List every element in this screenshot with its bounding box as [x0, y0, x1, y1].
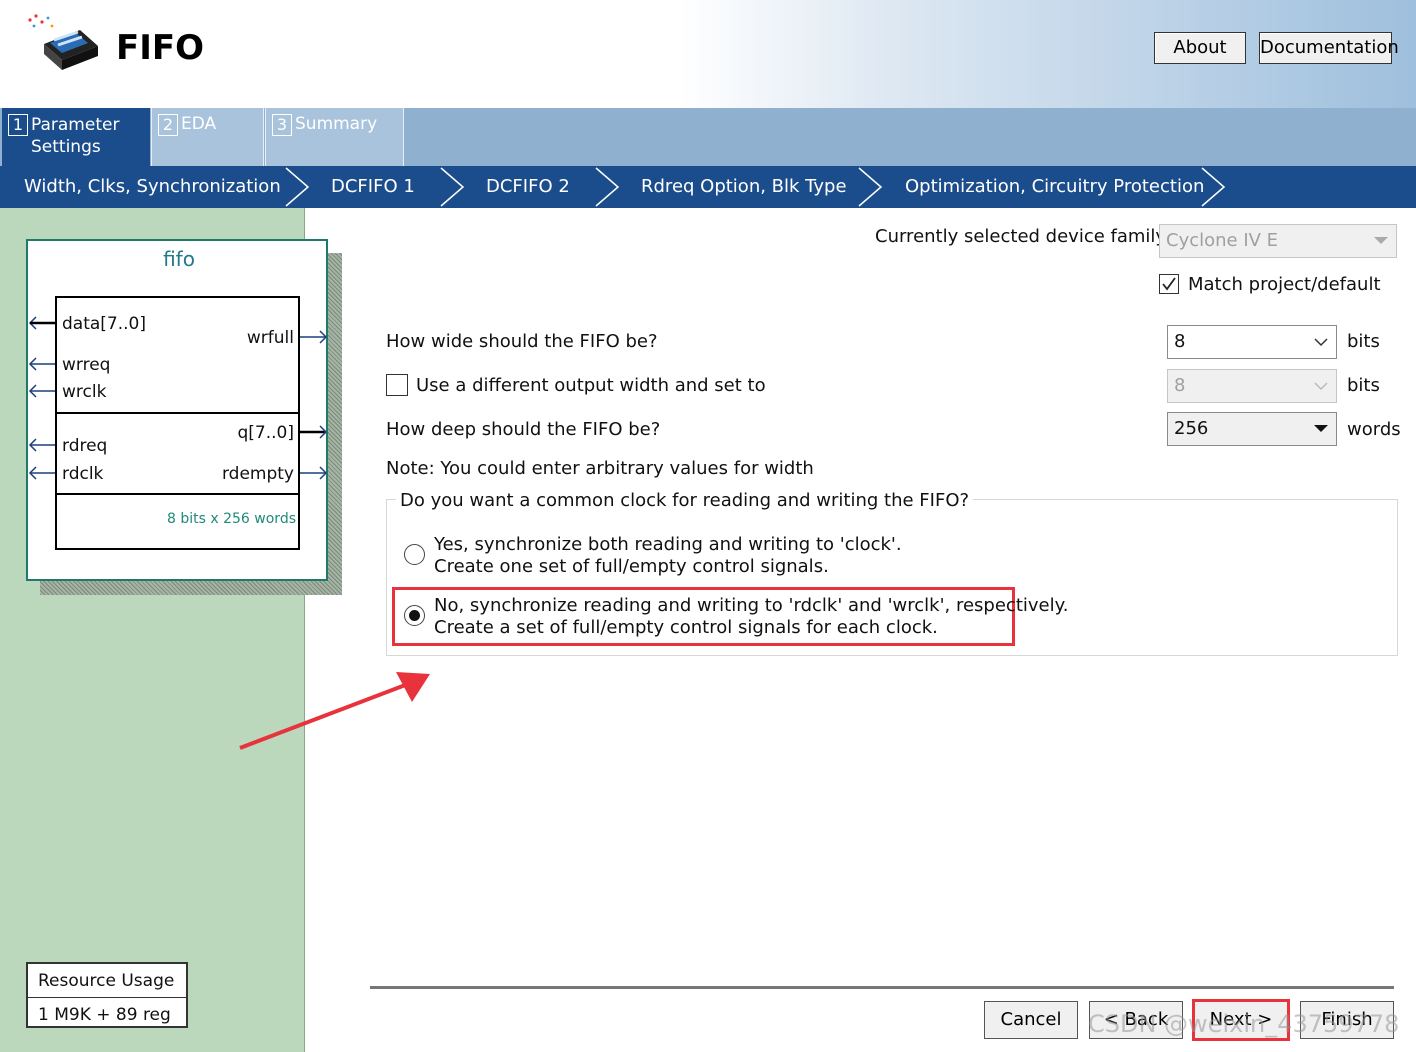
chevron-right-icon [595, 167, 620, 207]
checkmark-icon [1162, 277, 1176, 291]
symbol-title: fifo [163, 247, 195, 271]
depth-select[interactable]: 256 [1167, 412, 1337, 446]
fifo-symbol: fifo data[7..0] wrfull wrreq wrclk q[7..… [26, 239, 328, 581]
separate-clocks-option: No, synchronize reading and writing to '… [434, 595, 1068, 639]
radio-common-clock[interactable] [404, 544, 425, 565]
width-select[interactable]: 8 [1167, 325, 1337, 359]
crumb-width-clks-sync[interactable]: Width, Clks, Synchronization [24, 176, 281, 197]
width-unit: bits [1347, 331, 1380, 352]
output-width-label: Use a different output width and set to [416, 375, 766, 396]
watermark: CSDN @weixin_43759778 [1088, 1010, 1400, 1038]
app-title: FIFO [116, 28, 205, 68]
resource-usage-value: 1 M9K + 89 reg [38, 1005, 171, 1025]
tab-label: Parameter [31, 115, 120, 135]
annotation-arrow [239, 672, 430, 750]
tab-label: EDA [181, 114, 217, 134]
option-label: No, synchronize reading and writing to '… [434, 595, 1069, 616]
resource-usage-box: Resource Usage 1 M9K + 89 reg [26, 962, 188, 1028]
chevron-down-icon [1314, 338, 1328, 347]
depth-unit: words [1347, 419, 1401, 440]
symbol-size-note: 8 bits x 256 words [167, 511, 296, 527]
chevron-right-icon [285, 167, 310, 207]
device-family-select[interactable]: Cyclone IV E [1159, 224, 1397, 258]
width-question: How wide should the FIFO be? [386, 331, 658, 352]
radio-selected-dot [409, 610, 420, 621]
option-label: Yes, synchronize both reading and writin… [434, 534, 902, 555]
chevron-right-icon [858, 167, 883, 207]
common-clock-option: Yes, synchronize both reading and writin… [434, 534, 902, 578]
tab-parameter-settings[interactable]: 1 Parameter Settings [2, 108, 150, 166]
pin-arrows [28, 316, 328, 480]
clock-group-title: Do you want a common clock for reading a… [396, 490, 974, 511]
page-breadcrumb: Width, Clks, Synchronization DCFIFO 1 DC… [0, 166, 1416, 208]
device-family-value: Cyclone IV E [1166, 230, 1279, 251]
device-family-label: Currently selected device family: [875, 226, 1171, 247]
tab-number: 1 [8, 114, 28, 136]
crumb-dcfifo-2[interactable]: DCFIFO 2 [486, 176, 570, 197]
depth-value: 256 [1174, 418, 1209, 439]
width-value: 8 [1174, 331, 1186, 352]
crumb-optimization[interactable]: Optimization, Circuitry Protection [905, 176, 1204, 197]
chevron-down-icon [1314, 382, 1328, 391]
tab-number: 2 [158, 114, 178, 136]
tab-summary[interactable]: 3 Summary [265, 108, 404, 166]
about-button[interactable]: About [1154, 32, 1246, 64]
output-width-unit: bits [1347, 375, 1380, 396]
wizard-header: FIFO About Documentation [0, 0, 1416, 109]
output-width-value: 8 [1174, 375, 1186, 396]
documentation-button[interactable]: Documentation [1259, 32, 1399, 64]
divider [28, 997, 186, 998]
fifo-chip-icon [28, 14, 98, 70]
dropdown-arrow-icon [1314, 425, 1328, 432]
tab-eda[interactable]: 2 EDA [151, 108, 264, 166]
note-text: Note: You could enter arbitrary values f… [386, 458, 814, 479]
tab-label-line2: Settings [31, 137, 101, 157]
resource-usage-header: Resource Usage [38, 971, 175, 991]
cancel-button[interactable]: Cancel [984, 1001, 1078, 1039]
depth-question: How deep should the FIFO be? [386, 419, 661, 440]
footer-separator [370, 986, 1394, 990]
chevron-right-icon [1201, 167, 1226, 207]
output-width-select[interactable]: 8 [1167, 369, 1337, 403]
match-project-checkbox[interactable] [1159, 274, 1179, 294]
tab-label: Summary [295, 114, 378, 134]
wizard-tabs: 1 Parameter Settings 2 EDA 3 Summary [0, 108, 1416, 166]
match-project-label: Match project/default [1188, 274, 1381, 295]
tab-number: 3 [272, 114, 292, 136]
chevron-right-icon [440, 167, 465, 207]
option-description: Create a set of full/empty control signa… [434, 617, 938, 638]
dropdown-arrow-icon [1374, 237, 1388, 244]
radio-separate-clocks[interactable] [404, 605, 425, 626]
crumb-dcfifo-1[interactable]: DCFIFO 1 [331, 176, 415, 197]
output-width-checkbox[interactable] [386, 374, 408, 396]
option-description: Create one set of full/empty control sig… [434, 556, 829, 577]
crumb-rdreq-option[interactable]: Rdreq Option, Blk Type [641, 176, 847, 197]
